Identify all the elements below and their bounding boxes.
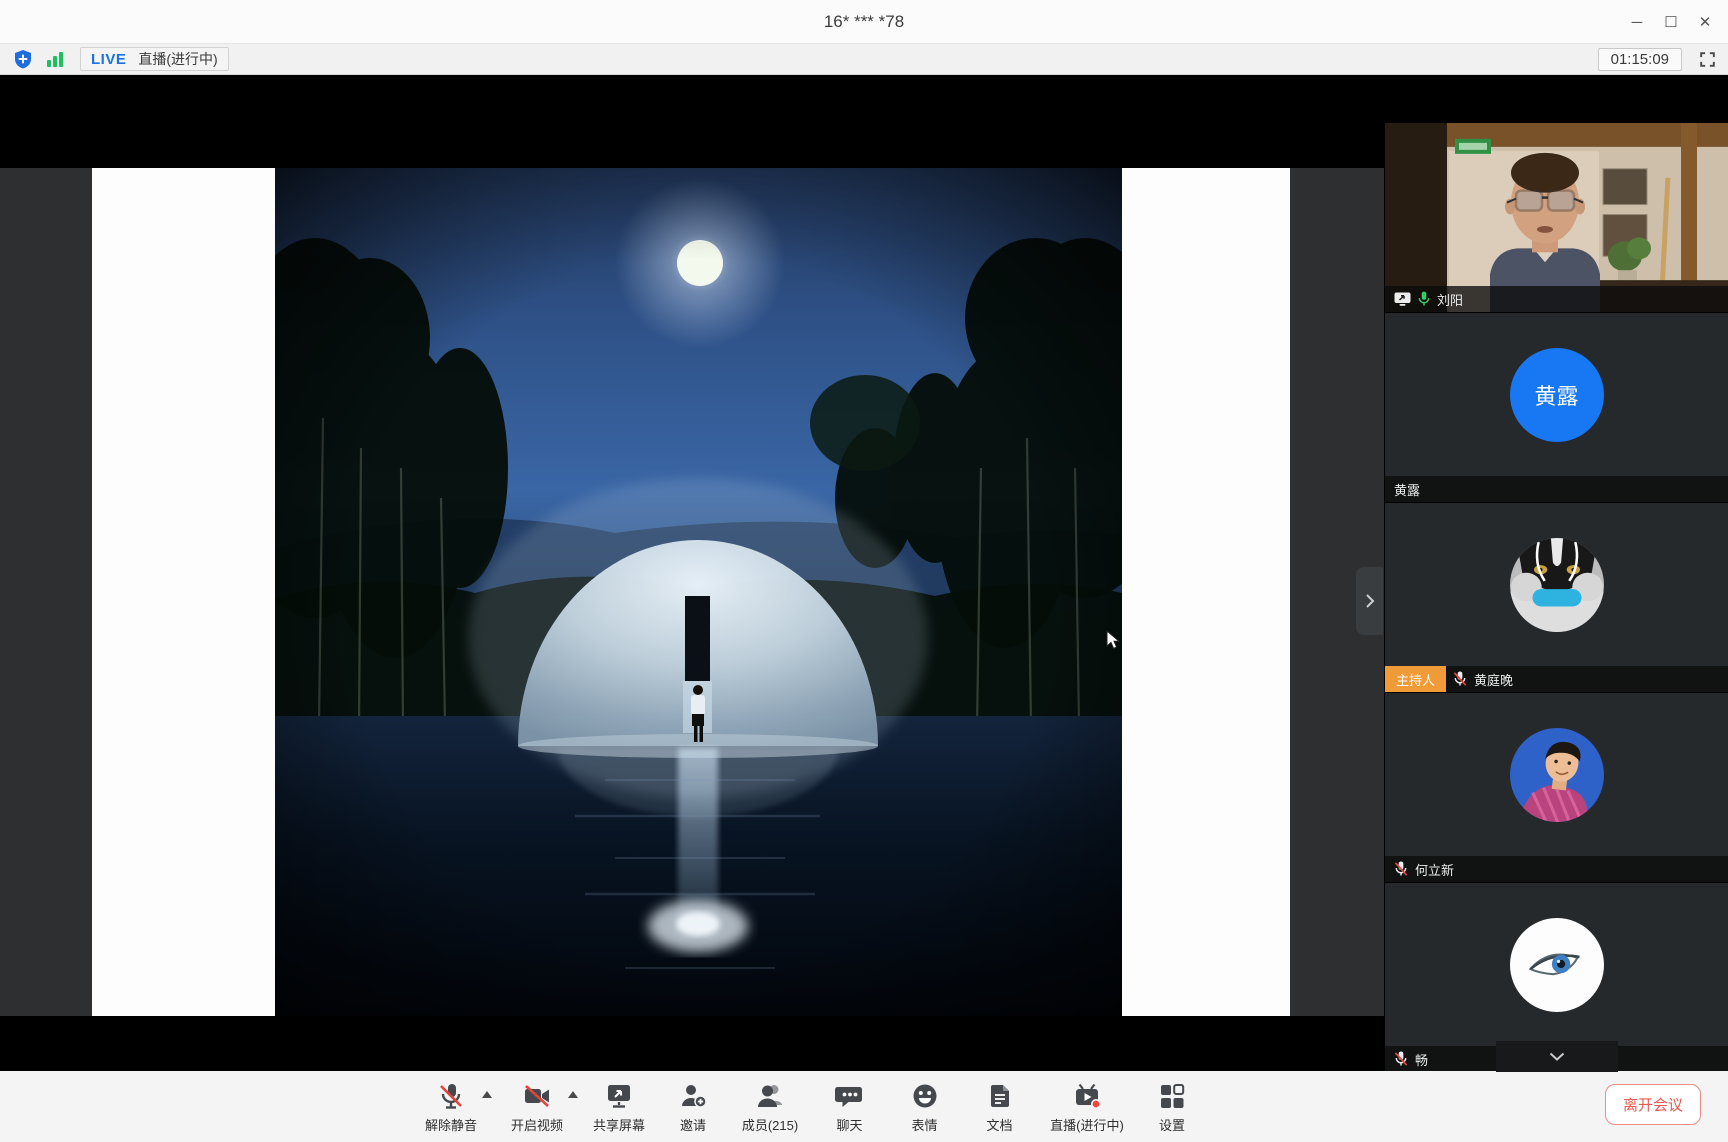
live-status-label: 直播(进行中) [138, 49, 217, 69]
chat-icon [835, 1079, 865, 1111]
presentation-slide [92, 168, 1290, 1016]
mic-muted-icon [436, 1079, 466, 1111]
participant-tile-helixin[interactable]: 何立新 [1385, 693, 1728, 882]
avatar [1510, 728, 1604, 822]
emoji-button[interactable]: 表情 [887, 1079, 962, 1134]
participant-tile-huanglu[interactable]: 黄露 黄露 [1385, 313, 1728, 502]
settings-button[interactable]: 设置 [1137, 1079, 1207, 1134]
meeting-window: 16* *** *78 ─ ☐ ✕ LIVE 直播(进行中) [0, 0, 1728, 1142]
mic-active-icon [1418, 291, 1430, 307]
members-button[interactable]: 成员(215) [728, 1079, 812, 1134]
settings-icon [1157, 1079, 1187, 1111]
window-title: 16* *** *78 [824, 12, 904, 32]
mic-muted-icon [1453, 671, 1467, 687]
camera-off-icon [522, 1079, 552, 1111]
participant-name-bar: 刘阳 [1385, 286, 1728, 312]
participant-video-feed [1385, 123, 1728, 312]
participant-name-bar: 何立新 [1385, 856, 1728, 882]
close-button[interactable]: ✕ [1688, 0, 1722, 44]
participant-name-bar: 黄露 [1385, 476, 1728, 502]
host-badge: 主持人 [1385, 666, 1446, 692]
documents-button[interactable]: 文档 [962, 1079, 1037, 1134]
participant-tile-huangtingwan[interactable]: 主持人 黄庭晚 [1385, 503, 1728, 692]
mic-options-caret[interactable] [482, 1091, 492, 1098]
invite-button[interactable]: 邀请 [658, 1079, 728, 1134]
avatar: 黄露 [1510, 348, 1604, 442]
avatar [1510, 918, 1604, 1012]
participant-name-bar: 主持人 黄庭晚 [1385, 666, 1728, 692]
participant-name: 黄庭晚 [1474, 670, 1513, 689]
mic-muted-icon [1394, 861, 1408, 877]
window-controls: ─ ☐ ✕ [1620, 0, 1722, 44]
maximize-button[interactable]: ☐ [1654, 0, 1688, 44]
slide-night-scene-image [275, 168, 1122, 1016]
participant-tile-chang[interactable]: 畅 [1385, 883, 1728, 1072]
live-status-box[interactable]: LIVE 直播(进行中) [80, 47, 229, 71]
start-video-button[interactable]: 开启视频 [494, 1079, 580, 1134]
live-tv-icon [1071, 1079, 1103, 1111]
emoji-icon [910, 1079, 940, 1111]
status-bar: LIVE 直播(进行中) 01:15:09 [0, 44, 1728, 75]
bottom-toolbar: 解除静音 开启视频 [0, 1071, 1728, 1142]
chat-button[interactable]: 聊天 [812, 1079, 887, 1134]
document-icon [985, 1079, 1015, 1111]
video-options-caret[interactable] [568, 1091, 578, 1098]
title-bar: 16* *** *78 ─ ☐ ✕ [0, 0, 1728, 44]
leave-meeting-button[interactable]: 离开会议 [1605, 1084, 1701, 1125]
participant-name: 刘阳 [1437, 290, 1463, 309]
security-shield-icon[interactable] [10, 47, 36, 71]
live-badge: LIVE [91, 51, 126, 68]
invite-icon [678, 1079, 708, 1111]
live-streaming-button[interactable]: 直播(进行中) [1037, 1079, 1137, 1134]
screen-sharing-indicator-icon [1394, 292, 1411, 306]
collapse-participants-button[interactable] [1496, 1041, 1618, 1072]
unmute-button[interactable]: 解除静音 [408, 1079, 494, 1134]
network-signal-icon[interactable] [42, 47, 68, 71]
mic-muted-icon [1394, 1051, 1408, 1067]
participant-name: 黄露 [1394, 480, 1420, 499]
participant-name: 何立新 [1415, 860, 1454, 879]
members-icon [755, 1079, 785, 1111]
participants-sidebar: 刘阳 黄露 黄露 [1385, 75, 1728, 1068]
mouse-cursor [1106, 630, 1121, 651]
sidebar-collapse-tab[interactable] [1356, 567, 1383, 635]
fullscreen-icon[interactable] [1696, 48, 1718, 70]
meeting-timer: 01:15:09 [1598, 48, 1682, 71]
avatar [1510, 538, 1604, 632]
participant-tile-liuyang[interactable]: 刘阳 [1385, 123, 1728, 312]
participant-name: 畅 [1415, 1050, 1428, 1069]
shared-screen-area [0, 75, 1384, 1071]
avatar-initials-text: 黄露 [1534, 379, 1578, 411]
share-screen-button[interactable]: 共享屏幕 [580, 1079, 658, 1134]
minimize-button[interactable]: ─ [1620, 0, 1654, 44]
share-screen-icon [604, 1079, 634, 1111]
